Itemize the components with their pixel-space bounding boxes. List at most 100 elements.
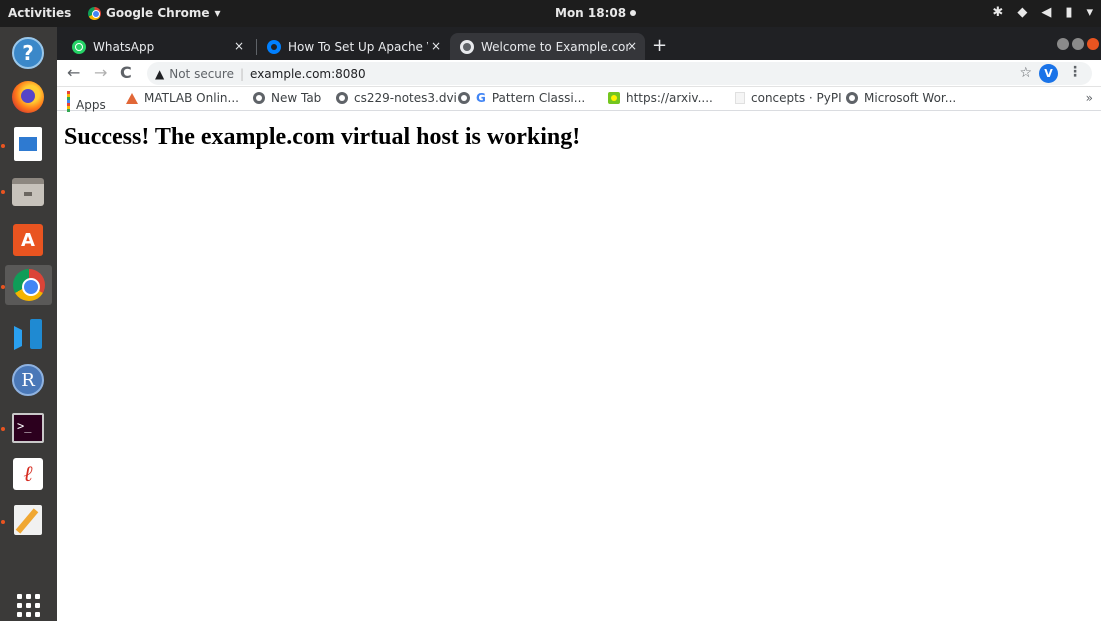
shopping-bag-icon: A <box>13 224 43 256</box>
notification-dot-icon <box>630 10 637 16</box>
pdf-reader-icon: ℓ <box>13 458 43 490</box>
dock-software[interactable]: A <box>8 220 48 260</box>
bookmark-label: Microsoft Wor... <box>864 91 957 105</box>
back-button[interactable]: ← <box>67 63 80 82</box>
tab-example-com[interactable]: Welcome to Example.com × <box>450 33 645 60</box>
code-editor-icon <box>12 318 44 350</box>
help-icon: ? <box>12 37 44 69</box>
clock-label: Mon 18:08 <box>555 6 627 20</box>
document-writer-icon <box>14 127 42 161</box>
chrome-icon <box>12 269 45 301</box>
running-indicator <box>1 144 5 148</box>
matlab-icon <box>126 92 138 104</box>
window-controls <box>1057 38 1099 50</box>
volume-icon[interactable]: ◀ <box>1041 5 1051 20</box>
bookmark-label: cs229-notes3.dvi <box>354 91 457 105</box>
bookmarks-bar: Apps MATLAB Onlin... New Tab cs229-notes… <box>57 87 1101 118</box>
whatsapp-icon <box>72 39 86 54</box>
app-menu[interactable]: Google Chrome ▾ <box>88 6 221 20</box>
globe-icon <box>458 92 470 104</box>
bookmark-label: https://arxiv.... <box>626 91 713 105</box>
activities-button[interactable]: Activities <box>8 6 71 20</box>
dock-writer[interactable] <box>8 124 48 164</box>
bookmark-star-icon[interactable]: ☆ <box>1019 65 1032 81</box>
bookmarks-overflow-button[interactable]: » <box>1086 91 1093 105</box>
tab-apache-guide[interactable]: How To Set Up Apache Vi × <box>257 33 449 60</box>
app-grid-icon <box>16 593 40 617</box>
dock-firefox[interactable] <box>8 77 48 117</box>
dock-chrome[interactable] <box>5 265 52 305</box>
new-tab-button[interactable]: + <box>652 35 667 56</box>
chevron-down-icon: ▾ <box>214 6 221 20</box>
reload-button[interactable]: C <box>120 63 132 82</box>
page-icon <box>735 92 745 104</box>
close-window-button[interactable] <box>1087 38 1099 50</box>
dock-pdf-reader[interactable]: ℓ <box>8 454 48 494</box>
r-icon: R <box>12 364 44 396</box>
bluetooth-icon[interactable]: ✱ <box>992 5 1003 20</box>
dock-text-editor[interactable] <box>8 500 48 540</box>
globe-icon <box>846 92 858 104</box>
tab-title: WhatsApp <box>93 39 155 54</box>
maximize-button[interactable] <box>1072 38 1084 50</box>
bookmark-label: concepts · PyPI <box>751 91 842 105</box>
google-icon: G <box>476 91 486 105</box>
minimize-button[interactable] <box>1057 38 1069 50</box>
terminal-icon: >_ <box>12 413 44 443</box>
firefox-icon <box>12 81 44 113</box>
url-text[interactable]: example.com:8080 <box>250 67 366 81</box>
page-heading: Success! The example.com virtual host is… <box>64 124 581 150</box>
arxiv-icon <box>608 92 620 104</box>
chevron-down-icon[interactable]: ▾ <box>1086 5 1093 20</box>
bookmark-label: Apps <box>76 97 106 112</box>
system-tray[interactable]: ✱ ◆ ◀ ▮ ▾ <box>992 5 1093 20</box>
chrome-icon <box>88 6 101 20</box>
digitalocean-icon <box>267 39 281 54</box>
dock-terminal[interactable]: >_ <box>8 408 48 448</box>
browser-toolbar: ← → C ▲ Not secure | example.com:8080 ☆ … <box>57 60 1101 87</box>
clock[interactable]: Mon 18:08 <box>555 6 637 20</box>
dock: ? A R >_ ℓ <box>0 27 57 621</box>
tab-close-button[interactable]: × <box>627 39 637 53</box>
bookmark-label: Pattern Classi... <box>491 91 586 105</box>
globe-icon <box>460 39 474 54</box>
top-panel: Activities Google Chrome ▾ Mon 18:08 ✱ ◆… <box>0 0 1101 27</box>
address-bar[interactable]: ▲ Not secure | example.com:8080 ☆ V ⋮ <box>147 62 1092 85</box>
text-editor-icon <box>14 505 42 535</box>
bookmark-microsoft-word[interactable]: Microsoft Wor... <box>846 91 956 105</box>
tab-whatsapp[interactable]: WhatsApp × <box>62 33 252 60</box>
bookmark-label: New Tab <box>271 91 322 105</box>
bookmark-arxiv[interactable]: https://arxiv.... <box>608 91 713 105</box>
battery-icon[interactable]: ▮ <box>1065 5 1072 20</box>
separator: | <box>239 66 245 81</box>
bookmark-pattern-classification[interactable]: G Pattern Classi... <box>458 91 585 105</box>
dock-files[interactable] <box>8 172 48 212</box>
tab-close-button[interactable]: × <box>431 39 441 53</box>
dock-vscode[interactable] <box>8 314 48 354</box>
menu-kebab-icon[interactable]: ⋮ <box>1068 64 1082 80</box>
security-status[interactable]: Not secure <box>169 67 234 81</box>
running-indicator <box>1 427 5 431</box>
dock-rstudio[interactable]: R <box>8 360 48 400</box>
page-content: Success! The example.com virtual host is… <box>57 112 1101 621</box>
tab-title: Welcome to Example.com <box>481 39 629 54</box>
running-indicator <box>1 190 5 194</box>
profile-avatar[interactable]: V <box>1039 64 1058 83</box>
app-menu-label: Google Chrome <box>106 6 210 20</box>
forward-button[interactable]: → <box>94 63 107 82</box>
warning-icon[interactable]: ▲ <box>155 67 164 81</box>
bookmark-new-tab[interactable]: New Tab <box>253 91 321 105</box>
bookmark-matlab[interactable]: MATLAB Onlin... <box>126 91 239 105</box>
bookmark-cs229[interactable]: cs229-notes3.dvi <box>336 91 457 105</box>
file-cabinet-icon <box>12 178 44 206</box>
tab-title: How To Set Up Apache Vi <box>288 39 428 54</box>
tab-strip: WhatsApp × How To Set Up Apache Vi × Wel… <box>57 27 1101 60</box>
dock-help[interactable]: ? <box>8 33 48 73</box>
running-indicator <box>1 520 5 524</box>
bookmark-pypi[interactable]: concepts · PyPI <box>735 91 842 105</box>
bookmark-label: MATLAB Onlin... <box>144 91 239 105</box>
show-applications-button[interactable] <box>8 585 48 621</box>
globe-icon <box>336 92 348 104</box>
tab-close-button[interactable]: × <box>234 39 244 53</box>
wifi-icon[interactable]: ◆ <box>1017 5 1027 20</box>
